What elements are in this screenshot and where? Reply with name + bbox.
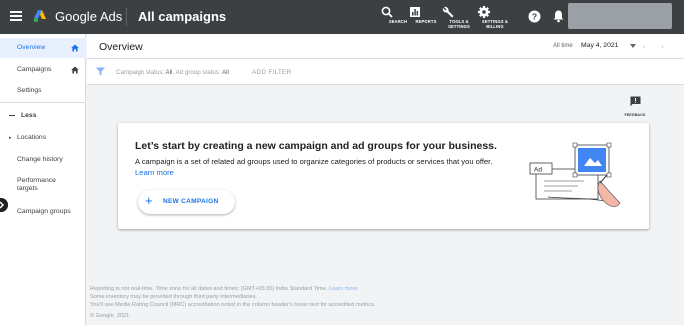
filter-separator: , (172, 69, 175, 76)
google-ads-logo (33, 10, 46, 23)
search-icon (381, 6, 393, 18)
sidebar-item-label: Overview (17, 44, 46, 51)
brand-name[interactable]: Google Ads (55, 9, 122, 24)
reports-button[interactable]: REPORTS (408, 5, 444, 24)
settings-label-2: BILLING (486, 24, 504, 29)
filter-bar: Campaign status: All, Ad group status: A… (87, 59, 684, 85)
overview-header: Overview All time May 4, 2021 ‹ › (87, 34, 684, 59)
add-filter-button[interactable]: ADD FILTER (252, 69, 291, 76)
bell-icon[interactable] (552, 9, 565, 23)
sidebar-item-label: Less (21, 112, 37, 119)
learn-more-link[interactable]: Learn more (135, 168, 174, 177)
sidebar-item-locations[interactable]: ▸ Locations (0, 130, 86, 146)
account-switcher[interactable] (568, 3, 672, 29)
feedback-label: FEEDBACK (624, 113, 646, 117)
sidebar-item-label-2: targets (17, 185, 38, 192)
header-divider (126, 8, 127, 26)
get-started-card: Let’s start by creating a new campaign a… (118, 123, 649, 229)
card-title: Let’s start by creating a new campaign a… (135, 140, 497, 152)
footer-line-1-text: Reporting is not real-time. Time zone fo… (90, 286, 328, 292)
footer-notes: Reporting is not real-time. Time zone fo… (90, 285, 375, 309)
sidebar-item-settings[interactable]: Settings (0, 82, 86, 100)
sidebar-item-label: Change history (17, 156, 63, 163)
menu-icon[interactable] (10, 11, 22, 21)
sidebar-item-campaigns[interactable]: Campaigns (0, 61, 86, 79)
home-icon (71, 44, 79, 52)
expand-arrow-icon: ▸ (9, 135, 12, 141)
date-range-selector[interactable]: May 4, 2021 (581, 42, 618, 49)
feedback-icon (630, 96, 640, 107)
previous-period-icon[interactable]: ‹ (643, 42, 646, 51)
settings-billing-button[interactable]: SETTINGS & BILLING (477, 5, 513, 29)
sidebar-item-performance-targets[interactable]: Performance targets (0, 174, 86, 196)
overview-title: Overview (99, 41, 143, 53)
sidebar-item-label: Campaigns (17, 66, 52, 73)
tools-label-2: SETTINGS (448, 24, 470, 29)
sidebar: Overview Campaigns Settings Less ▸ Locat… (0, 34, 86, 325)
date-range-label: All time (553, 43, 573, 49)
footer-line-1: Reporting is not real-time. Time zone fo… (90, 285, 375, 293)
reports-label: REPORTS (415, 19, 437, 24)
copyright: © Google, 2021. (90, 313, 131, 319)
footer-line-3: You'll see Media Rating Council (MRC) ac… (90, 302, 376, 308)
sidebar-item-label: Campaign groups (17, 208, 71, 215)
sidebar-item-label: Locations (17, 134, 47, 141)
sidebar-item-label: Performance (17, 177, 56, 184)
campaign-status-label: Campaign status: (116, 69, 165, 76)
sidebar-item-overview[interactable]: Overview (0, 38, 86, 58)
tools-settings-button[interactable]: TOOLS & SETTINGS (441, 5, 477, 29)
footer-line-2: Some inventory may be provided through t… (90, 294, 257, 300)
card-description-text: A campaign is a set of related ad groups… (135, 157, 493, 166)
reports-icon (410, 7, 420, 17)
sidebar-item-less[interactable]: Less (0, 108, 86, 124)
card-description: A campaign is a set of related ad groups… (135, 157, 500, 178)
feedback-button[interactable]: FEEDBACK (622, 94, 648, 117)
page-title: All campaigns (138, 9, 227, 24)
ad-group-status-label: Ad group status: (175, 69, 221, 76)
wrench-icon (442, 6, 454, 18)
filter-icon[interactable] (96, 67, 105, 76)
ad-group-status-value: All (222, 69, 229, 76)
home-icon (71, 66, 79, 74)
top-bar: Google Ads All campaigns SEARCH REPORTS … (0, 0, 684, 34)
sidebar-item-change-history[interactable]: Change history (0, 152, 86, 168)
collapse-dash-icon (9, 115, 15, 116)
next-period-icon[interactable]: › (661, 42, 664, 51)
sidebar-divider (0, 102, 86, 103)
ad-tag-text: Ad (534, 167, 542, 174)
new-campaign-button[interactable]: + NEW CAMPAIGN (138, 190, 235, 214)
new-campaign-label: NEW CAMPAIGN (163, 198, 219, 205)
campaign-illustration: Ad (529, 142, 621, 207)
footer-learn-more-link[interactable]: Learn more (329, 286, 358, 292)
plus-icon: + (145, 193, 153, 208)
chevron-down-icon[interactable] (630, 44, 636, 48)
help-icon[interactable]: ? (528, 10, 541, 23)
gear-icon (478, 6, 490, 18)
sidebar-item-campaign-groups[interactable]: Campaign groups (0, 204, 86, 220)
sidebar-item-label: Settings (17, 87, 42, 94)
svg-text:?: ? (532, 11, 537, 21)
active-filters[interactable]: Campaign status: All, Ad group status: A… (116, 69, 229, 76)
